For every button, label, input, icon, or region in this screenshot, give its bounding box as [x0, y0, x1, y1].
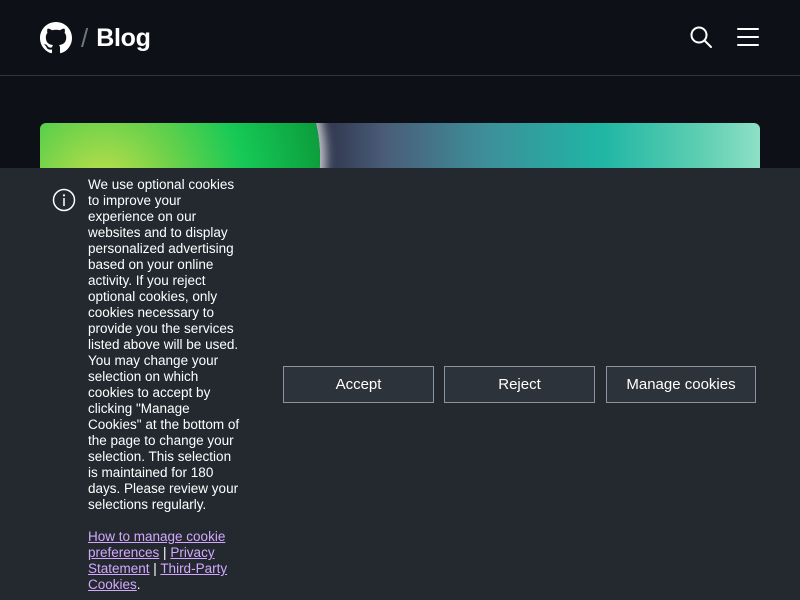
info-icon — [52, 188, 76, 212]
link-separator: | — [149, 561, 161, 576]
blog-title-link[interactable]: Blog — [96, 24, 151, 53]
reject-button[interactable]: Reject — [444, 366, 595, 403]
menu-button[interactable] — [733, 22, 763, 52]
manage-cookies-button[interactable]: Manage cookies — [606, 366, 756, 403]
brand: / Blog — [40, 21, 151, 55]
accept-button[interactable]: Accept — [283, 366, 434, 403]
cookie-message: We use optional cookies to improve your … — [88, 177, 240, 512]
cookie-links: How to manage cookie preferences | Priva… — [88, 529, 240, 593]
hamburger-menu-icon — [737, 28, 759, 46]
link-separator: | — [159, 545, 171, 560]
breadcrumb-separator: / — [81, 22, 89, 53]
links-end: . — [136, 577, 141, 592]
search-button[interactable] — [686, 22, 716, 52]
github-logo-icon[interactable] — [40, 22, 72, 54]
page: / Blog We use optional cookies to improv… — [0, 0, 800, 600]
site-header: / Blog — [0, 0, 800, 76]
search-icon — [690, 26, 712, 48]
